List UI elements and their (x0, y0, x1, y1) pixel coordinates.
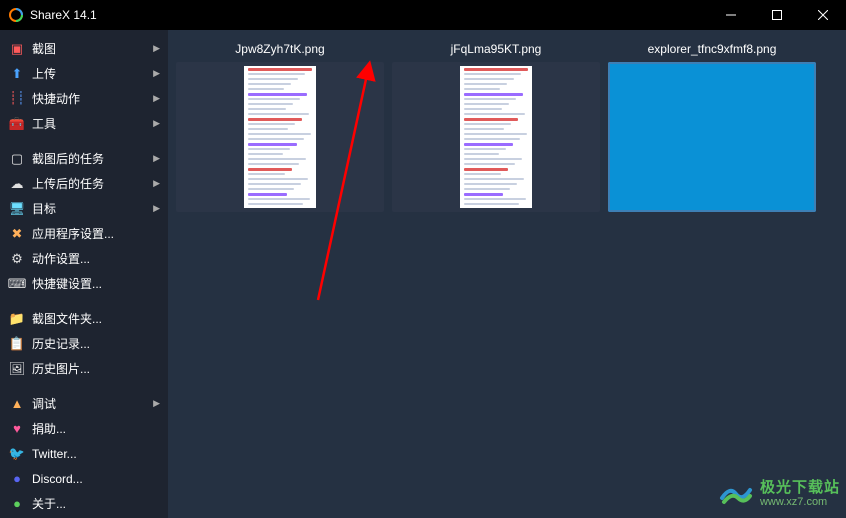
thumbnail-filename: jFqLma95KT.png (392, 38, 600, 62)
destinations-icon: 🖥 (8, 201, 26, 217)
thumbnail-preview[interactable] (392, 62, 600, 212)
sidebar-item-label: 历史图片... (32, 360, 160, 377)
sidebar-item-folder[interactable]: 📁 截图文件夹... (0, 306, 168, 331)
sidebar-item-label: Discord... (32, 472, 160, 486)
sidebar-item-label: 工具 (32, 115, 149, 132)
app-settings-icon: ✖ (8, 226, 26, 242)
watermark-url: www.xz7.com (760, 496, 840, 508)
thumbnail-filename: explorer_tfnc9xfmf8.png (608, 38, 816, 62)
folder-icon: 📁 (8, 311, 26, 327)
thumbnail-card[interactable]: jFqLma95KT.png (392, 38, 600, 212)
sidebar-item-label: 截图文件夹... (32, 310, 160, 327)
sidebar-item-history[interactable]: 📋 历史记录... (0, 331, 168, 356)
sidebar-item-label: 快捷键设置... (32, 275, 160, 292)
chevron-right-icon: ▶ (153, 118, 160, 129)
sidebar-item-capture[interactable]: ▣ 截图 ▶ (0, 36, 168, 61)
upload-icon: ⬆ (8, 66, 26, 82)
thumbnail-preview[interactable] (176, 62, 384, 212)
watermark-name: 极光下载站 (760, 480, 840, 497)
sidebar-item-after-capture[interactable]: ▢ 截图后的任务 ▶ (0, 146, 168, 171)
sidebar-item-label: 关于... (32, 495, 160, 512)
watermark: 极光下载站 www.xz7.com (718, 476, 840, 512)
sidebar-item-label: 截图后的任务 (32, 150, 149, 167)
thumbnail-card[interactable]: Jpw8Zyh7tK.png (176, 38, 384, 212)
main-panel: Jpw8Zyh7tK.png jFqLma95KT.png explorer_tfn… (168, 30, 846, 518)
close-button[interactable] (800, 0, 846, 30)
sidebar-item-label: 上传后的任务 (32, 175, 149, 192)
chevron-right-icon: ▶ (153, 203, 160, 214)
watermark-logo-icon (718, 476, 754, 512)
hotkey-settings-icon: ⌨ (8, 276, 26, 292)
window-buttons (708, 0, 846, 30)
sidebar-item-label: 历史记录... (32, 335, 160, 352)
discord-icon: ● (8, 471, 26, 486)
sidebar-item-label: 调试 (32, 395, 149, 412)
app-logo-icon (8, 7, 24, 23)
sidebar-item-about[interactable]: ● 关于... (0, 491, 168, 516)
sidebar-item-label: 截图 (32, 40, 149, 57)
sidebar-item-app-settings[interactable]: ✖ 应用程序设置... (0, 221, 168, 246)
capture-icon: ▣ (8, 41, 26, 57)
sidebar-item-twitter[interactable]: 🐦 Twitter... (0, 441, 168, 466)
quick-actions-icon: ┊┊ (8, 91, 26, 106)
sidebar: ▣ 截图 ▶ ⬆ 上传 ▶ ┊┊ 快捷动作 ▶ 🧰 工具 ▶ ▢ 截图后的任务 ▶ ☁ 上传后的任务 ▶ 🖥 目标 ▶ ✖… (0, 30, 168, 518)
chevron-right-icon: ▶ (153, 43, 160, 54)
titlebar: ShareX 14.1 (0, 0, 846, 30)
twitter-icon: 🐦 (8, 446, 26, 462)
sidebar-item-label: 应用程序设置... (32, 225, 160, 242)
sidebar-item-donate[interactable]: ♥ 捐助... (0, 416, 168, 441)
sidebar-item-upload[interactable]: ⬆ 上传 ▶ (0, 61, 168, 86)
sidebar-item-destinations[interactable]: 🖥 目标 ▶ (0, 196, 168, 221)
sidebar-item-tools[interactable]: 🧰 工具 ▶ (0, 111, 168, 136)
sidebar-item-discord[interactable]: ● Discord... (0, 466, 168, 491)
sidebar-item-image-history[interactable]: 🖼 历史图片... (0, 356, 168, 381)
thumbnail-preview[interactable] (608, 62, 816, 212)
image-history-icon: 🖼 (8, 361, 26, 377)
chevron-right-icon: ▶ (153, 153, 160, 164)
sidebar-item-label: 动作设置... (32, 250, 160, 267)
chevron-right-icon: ▶ (153, 398, 160, 409)
chevron-right-icon: ▶ (153, 68, 160, 79)
window-title: ShareX 14.1 (30, 8, 708, 22)
about-icon: ● (8, 496, 26, 511)
sidebar-item-debug[interactable]: ▲ 调试 ▶ (0, 391, 168, 416)
maximize-button[interactable] (754, 0, 800, 30)
sidebar-item-after-upload[interactable]: ☁ 上传后的任务 ▶ (0, 171, 168, 196)
sidebar-item-label: 快捷动作 (32, 90, 149, 107)
donate-icon: ♥ (8, 421, 26, 436)
history-icon: 📋 (8, 336, 26, 352)
sidebar-item-hotkey-settings[interactable]: ⌨ 快捷键设置... (0, 271, 168, 296)
after-upload-icon: ☁ (8, 176, 26, 192)
sidebar-item-quick-actions[interactable]: ┊┊ 快捷动作 ▶ (0, 86, 168, 111)
thumbnail-card[interactable]: explorer_tfnc9xfmf8.png (608, 38, 816, 212)
sidebar-item-task-settings[interactable]: ⚙ 动作设置... (0, 246, 168, 271)
tools-icon: 🧰 (8, 116, 26, 132)
minimize-button[interactable] (708, 0, 754, 30)
chevron-right-icon: ▶ (153, 93, 160, 104)
after-capture-icon: ▢ (8, 151, 26, 167)
sidebar-item-label: Twitter... (32, 447, 160, 461)
sidebar-item-label: 捐助... (32, 420, 160, 437)
chevron-right-icon: ▶ (153, 178, 160, 189)
debug-icon: ▲ (8, 396, 26, 411)
task-settings-icon: ⚙ (8, 251, 26, 267)
sidebar-item-label: 目标 (32, 200, 149, 217)
sidebar-item-label: 上传 (32, 65, 149, 82)
thumbnail-filename: Jpw8Zyh7tK.png (176, 38, 384, 62)
